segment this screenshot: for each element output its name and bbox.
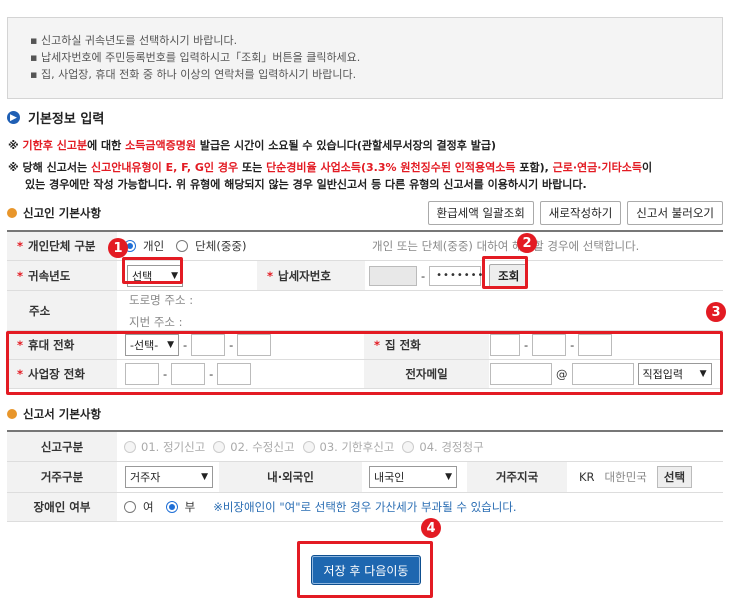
chevron-down-icon: ▼ [445, 472, 452, 482]
bullet-icon [7, 208, 17, 218]
kind-correction-radio[interactable] [402, 440, 415, 453]
reporter-section-title: 신고인 기본사항 [7, 205, 101, 221]
type-group-radio[interactable] [176, 240, 189, 252]
taxno-second-input[interactable]: ••••••• [429, 265, 483, 286]
region-select-button[interactable]: 선택 [656, 466, 693, 488]
notice-line: ▪ 신고하실 귀속년도를 선택하시기 바랍니다. [30, 34, 238, 47]
residence-select[interactable]: 거주자 ▼ [125, 466, 213, 488]
warning-line-2: ※ 당해 신고서는 신고안내유형이 E, F, G인 경우 또는 단순경비율 사… [8, 161, 653, 174]
arrow-right-icon: ▶ [7, 111, 20, 124]
nation-select[interactable]: 내국인 ▼ [369, 466, 457, 488]
step-badge-1: 1 [108, 238, 128, 258]
highlight-lookup [482, 256, 528, 289]
disabled-note: ※비장애인이 "여"로 선택한 경우 가산세가 부과될 수 있습니다. [213, 500, 517, 514]
highlight-save [297, 541, 433, 598]
kind-regular-radio[interactable] [124, 440, 136, 453]
notice-box: ▪ 신고하실 귀속년도를 선택하시기 바랍니다. ▪ 납세자번호에 주민등록번호… [7, 17, 723, 99]
step-badge-4: 4 [421, 518, 441, 538]
highlight-year [122, 257, 183, 284]
warning-line-3: 있는 경우에만 작성 가능합니다. 위 유형에 해당되지 않는 경우 일반신고서… [25, 178, 587, 191]
step-badge-3: 3 [706, 302, 726, 322]
disabled-no-radio[interactable] [165, 501, 178, 513]
highlight-contacts [6, 331, 723, 395]
notice-line: ▪ 집, 사업장, 휴대 전화 중 하나 이상의 연락처를 입력하시기 바랍니다… [30, 68, 357, 81]
road-address: 도로명 주소 : [129, 292, 194, 307]
new-write-button[interactable]: 새로작성하기 [539, 201, 622, 225]
bullet-icon [7, 409, 17, 419]
report-section-title: 신고서 기본사항 [7, 406, 101, 422]
refund-lookup-button[interactable]: 환급세액 일괄조회 [427, 201, 534, 225]
report-table: 신고구분 01. 정기신고 02. 수정신고 03. 기한후신고 04. 경정청… [7, 430, 723, 522]
chevron-down-icon: ▼ [201, 472, 208, 482]
kind-late-radio[interactable] [302, 440, 315, 453]
kind-amend-radio[interactable] [213, 440, 226, 453]
disabled-yes-radio[interactable] [124, 501, 136, 513]
lot-address: 지번 주소 : [129, 314, 183, 329]
load-report-button[interactable]: 신고서 불러오기 [627, 201, 723, 225]
taxno-first-input[interactable] [369, 265, 417, 286]
notice-line: ▪ 납세자번호에 주민등록번호를 입력하시고「조회」버튼을 클릭하세요. [30, 51, 361, 64]
warning-line-1: ※ 기한후 신고분에 대한 소득금액증명원 발급은 시간이 소요될 수 있습니다… [8, 139, 496, 152]
step-badge-2: 2 [517, 233, 537, 253]
section-title: ▶ 기본정보 입력 [7, 108, 104, 127]
